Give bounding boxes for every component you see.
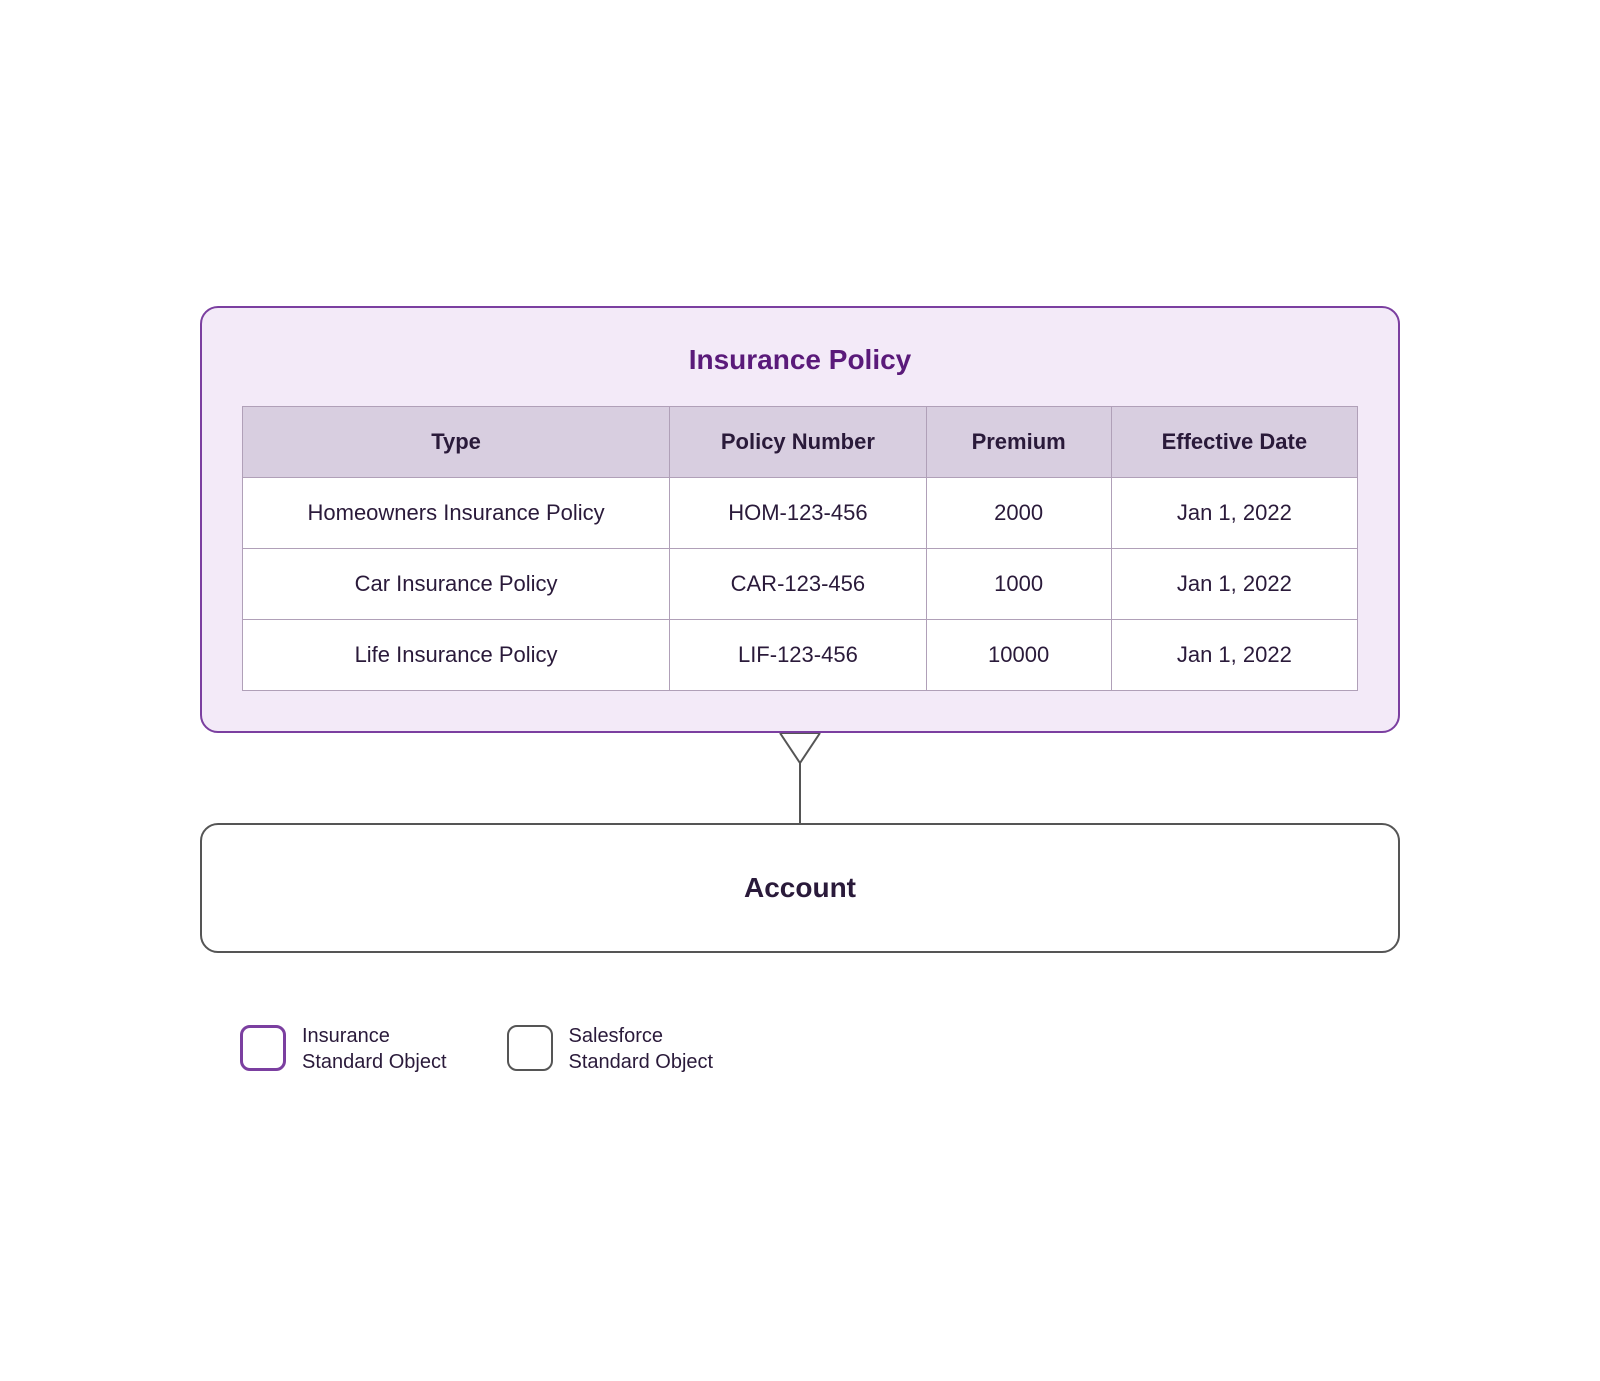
cell-effective-date: Jan 1, 2022 bbox=[1111, 620, 1357, 691]
col-header-effective-date: Effective Date bbox=[1111, 407, 1357, 478]
cell-type: Homeowners Insurance Policy bbox=[243, 478, 670, 549]
cell-effective-date: Jan 1, 2022 bbox=[1111, 478, 1357, 549]
cell-policy-number: HOM-123-456 bbox=[670, 478, 926, 549]
cell-premium: 10000 bbox=[926, 620, 1111, 691]
account-title: Account bbox=[744, 872, 856, 904]
connector bbox=[770, 733, 830, 823]
policy-table: Type Policy Number Premium Effective Dat… bbox=[242, 406, 1358, 691]
legend-item-salesforce: SalesforceStandard Object bbox=[507, 1023, 714, 1075]
col-header-type: Type bbox=[243, 407, 670, 478]
cell-effective-date: Jan 1, 2022 bbox=[1111, 549, 1357, 620]
legend-item-insurance: InsuranceStandard Object bbox=[240, 1023, 447, 1075]
legend-label-salesforce: SalesforceStandard Object bbox=[569, 1023, 714, 1075]
legend: InsuranceStandard Object SalesforceStand… bbox=[240, 1023, 713, 1075]
cell-type: Life Insurance Policy bbox=[243, 620, 670, 691]
table-header-row: Type Policy Number Premium Effective Dat… bbox=[243, 407, 1358, 478]
table-row: Car Insurance PolicyCAR-123-4561000Jan 1… bbox=[243, 549, 1358, 620]
col-header-premium: Premium bbox=[926, 407, 1111, 478]
legend-box-insurance-icon bbox=[240, 1025, 286, 1071]
table-row: Life Insurance PolicyLIF-123-45610000Jan… bbox=[243, 620, 1358, 691]
insurance-policy-box: Insurance Policy Type Policy Number Prem… bbox=[200, 306, 1400, 733]
insurance-policy-title: Insurance Policy bbox=[242, 344, 1358, 376]
cell-policy-number: CAR-123-456 bbox=[670, 549, 926, 620]
cell-premium: 2000 bbox=[926, 478, 1111, 549]
legend-box-salesforce-icon bbox=[507, 1025, 553, 1071]
table-row: Homeowners Insurance PolicyHOM-123-45620… bbox=[243, 478, 1358, 549]
col-header-policy-number: Policy Number bbox=[670, 407, 926, 478]
cell-type: Car Insurance Policy bbox=[243, 549, 670, 620]
inheritance-connector-icon bbox=[770, 733, 830, 823]
account-box: Account bbox=[200, 823, 1400, 953]
cell-premium: 1000 bbox=[926, 549, 1111, 620]
legend-label-insurance: InsuranceStandard Object bbox=[302, 1023, 447, 1075]
page-container: Insurance Policy Type Policy Number Prem… bbox=[200, 306, 1400, 1075]
cell-policy-number: LIF-123-456 bbox=[670, 620, 926, 691]
